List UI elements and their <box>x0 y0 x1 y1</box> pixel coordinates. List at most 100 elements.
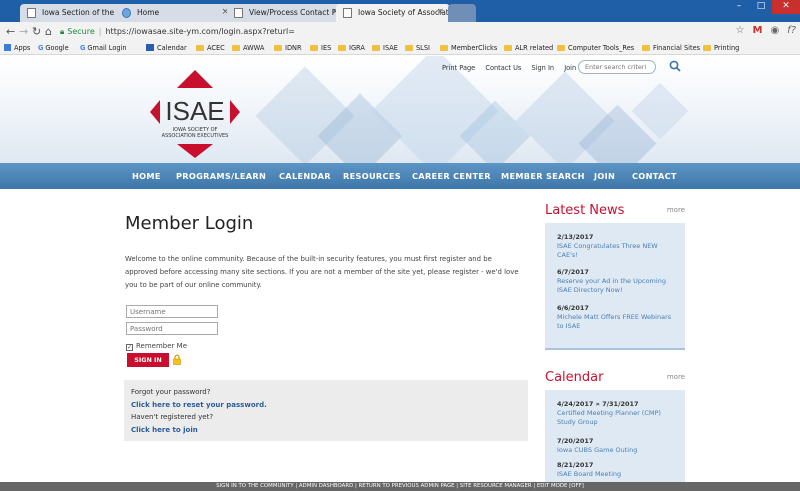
news-link[interactable]: Reserve your Ad in the Upcoming ISAE Dir… <box>557 277 677 295</box>
event-link[interactable]: ISAE Board Meeting <box>557 470 677 479</box>
url-text: https://iowasae.site-ym.com/login.aspx?r… <box>105 27 295 36</box>
bookmark-folder[interactable]: IGRA <box>338 44 365 52</box>
bookmark-gmail-login[interactable]: G Gmail Login <box>80 44 127 52</box>
news-title: Latest News <box>545 203 625 218</box>
remember-checkbox[interactable]: ✓ <box>126 344 133 351</box>
bookmark-label: IES <box>321 44 332 52</box>
bookmark-folder[interactable]: AWWA <box>232 44 264 52</box>
folder-icon <box>504 45 512 51</box>
bookmark-folder[interactable]: ALR related <box>504 44 553 52</box>
browser-tab[interactable]: Home × <box>115 4 235 22</box>
logo-shape <box>177 70 213 88</box>
calendar-item[interactable]: 8/21/2017 ISAE Board Meeting <box>557 461 677 479</box>
close-icon[interactable]: × <box>436 7 444 17</box>
event-date: 4/24/2017 » 7/31/2017 <box>557 400 639 408</box>
logo-subtitle-line: ASSOCIATION EXECUTIVES <box>161 133 229 139</box>
bookmark-label: Google <box>45 44 69 52</box>
admin-footer-bar[interactable]: SIGN IN TO THE COMMUNITY | ADMIN DASHBOA… <box>0 482 800 491</box>
nav-career-center[interactable]: CAREER CENTER <box>412 171 491 181</box>
calendar-more-link[interactable]: more <box>667 373 685 381</box>
event-link[interactable]: Iowa CUBS Game Outing <box>557 446 677 455</box>
home-icon[interactable]: ⌂ <box>45 25 52 38</box>
bookmark-folder[interactable]: Computer Tools_Res <box>557 44 634 52</box>
bookmark-calendar[interactable]: Calendar <box>146 44 187 52</box>
maximize-icon[interactable]: □ <box>750 0 772 14</box>
join-link[interactable]: Click here to join <box>131 424 528 437</box>
bookmark-folder[interactable]: Printing <box>703 44 739 52</box>
nav-join[interactable]: JOIN <box>594 171 615 181</box>
folder-icon <box>232 45 240 51</box>
new-tab-button[interactable] <box>448 4 476 22</box>
sign-in-link[interactable]: Sign In <box>531 64 554 72</box>
reload-icon[interactable]: ↻ <box>32 25 41 38</box>
nav-programs-learn[interactable]: PROGRAMS/LEARN <box>176 171 266 181</box>
lock-icon: 🔒︎ <box>60 27 65 36</box>
nav-resources[interactable]: RESOURCES <box>343 171 401 181</box>
event-link[interactable]: Certified Meeting Planner (CMP) Study Gr… <box>557 409 677 427</box>
nav-member-search[interactable]: MEMBER SEARCH <box>501 171 585 181</box>
remember-label: Remember Me <box>136 342 187 350</box>
logo-shape <box>230 100 240 124</box>
folder-icon <box>557 45 565 51</box>
search-input[interactable] <box>578 60 656 74</box>
news-item[interactable]: 6/7/2017 Reserve your Ad in the Upcoming… <box>557 268 677 295</box>
search-icon[interactable] <box>669 60 681 72</box>
news-item[interactable]: 6/6/2017 Michele Matt Offers FREE Webina… <box>557 304 677 331</box>
calendar-item[interactable]: 7/20/2017 Iowa CUBS Game Outing <box>557 437 677 455</box>
bookmark-folder[interactable]: ISAE <box>372 44 398 52</box>
extension-icon[interactable]: ◉ <box>770 25 779 36</box>
bookmark-folder[interactable]: SLSI <box>405 44 430 52</box>
tab-label: View/Process Contact Fo <box>249 8 341 17</box>
nav-home[interactable]: HOME <box>132 171 161 181</box>
calendar-item[interactable]: 4/24/2017 » 7/31/2017 Certified Meeting … <box>557 400 677 427</box>
calendar-title: Calendar <box>545 370 604 385</box>
bookmark-folder[interactable]: IDNR <box>274 44 302 52</box>
sign-in-button[interactable]: SIGN IN <box>127 353 169 367</box>
contact-us-link[interactable]: Contact Us <box>485 64 521 72</box>
nav-calendar[interactable]: CALENDAR <box>279 171 331 181</box>
username-field[interactable] <box>126 305 218 318</box>
bookmark-folder[interactable]: ACEC <box>196 44 225 52</box>
bookmark-label: ISAE <box>383 44 398 52</box>
folder-icon <box>405 45 413 51</box>
bookmark-apps[interactable]: Apps <box>4 44 30 52</box>
forward-icon[interactable]: → <box>19 25 28 38</box>
news-link[interactable]: Michele Matt Offers FREE Webinars to ISA… <box>557 313 677 331</box>
news-item[interactable]: 2/13/2017 ISAE Congratulates Three NEW C… <box>557 233 677 260</box>
formula-icon[interactable]: f? <box>787 25 796 36</box>
remember-me[interactable]: ✓ Remember Me <box>126 342 187 351</box>
browser-tab[interactable]: View/Process Contact Fo × <box>227 4 345 22</box>
folder-icon <box>372 45 380 51</box>
apps-icon <box>4 44 11 51</box>
folder-icon <box>440 45 448 51</box>
bookmark-folder[interactable]: IES <box>310 44 331 52</box>
password-field[interactable] <box>126 322 218 335</box>
event-date: 8/21/2017 <box>557 461 594 469</box>
isae-logo[interactable]: ISAE IOWA SOCIETY OF ASSOCIATION EXECUTI… <box>150 70 240 160</box>
nav-contact[interactable]: CONTACT <box>632 171 677 181</box>
bookmark-label: IDNR <box>285 44 302 52</box>
minimize-icon[interactable]: – <box>728 0 750 14</box>
event-date: 7/20/2017 <box>557 437 594 445</box>
bookmark-folder[interactable]: MemberClicks <box>440 44 497 52</box>
main-navigation: HOME PROGRAMS/LEARN CALENDAR RESOURCES C… <box>0 163 800 189</box>
news-more-link[interactable]: more <box>667 206 685 214</box>
star-icon[interactable]: ☆ <box>736 25 745 36</box>
back-icon[interactable]: ← <box>6 25 15 38</box>
forgot-password-text: Forgot your password? <box>131 388 211 396</box>
close-window-icon[interactable]: ✕ <box>772 0 800 14</box>
bookmark-label: Gmail Login <box>87 44 127 52</box>
bookmark-folder[interactable]: Financial Sites <box>642 44 700 52</box>
window-controls: – □ ✕ <box>728 0 800 14</box>
news-link[interactable]: ISAE Congratulates Three NEW CAE's! <box>557 242 677 260</box>
join-link[interactable]: Join <box>564 64 576 72</box>
bookmark-google[interactable]: G Google <box>38 44 69 52</box>
bookmark-label: SLSI <box>416 44 430 52</box>
print-page-link[interactable]: Print Page <box>442 64 475 72</box>
calendar-icon <box>146 44 154 51</box>
url-field[interactable]: 🔒︎ Secure | https://iowasae.site-ym.com/log… <box>60 25 720 39</box>
reset-password-link[interactable]: Click here to reset your password. <box>131 399 528 412</box>
utility-links: Print Page Contact Us Sign In Join <box>442 64 584 72</box>
gmail-icon[interactable]: M <box>752 25 762 36</box>
browser-tab-active[interactable]: Iowa Society of Associat × <box>336 4 450 22</box>
